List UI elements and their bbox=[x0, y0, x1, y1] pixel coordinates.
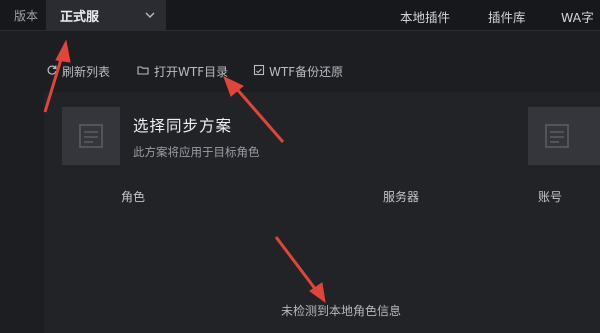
open-wtf-button[interactable]: 打开WTF目录 bbox=[154, 63, 228, 80]
target-card-icon[interactable] bbox=[528, 107, 600, 165]
plan-subtitle: 此方案将应用于目标角色 bbox=[133, 145, 260, 159]
scroll-icon bbox=[79, 124, 103, 148]
backup-icon bbox=[253, 64, 265, 76]
content-panel bbox=[44, 92, 600, 333]
empty-state-message: 未检测到本地角色信息 bbox=[281, 304, 402, 318]
chevron-down-icon bbox=[145, 12, 155, 18]
wtf-restore-button[interactable]: WTF备份还原 bbox=[269, 63, 343, 80]
plan-title: 选择同步方案 bbox=[133, 117, 233, 135]
version-select-value: 正式服 bbox=[60, 10, 100, 25]
version-select[interactable]: 正式服 bbox=[46, 0, 166, 30]
plan-card-icon[interactable] bbox=[62, 107, 120, 165]
column-header-account: 账号 bbox=[538, 190, 563, 204]
top-bar: 版本 正式服 本地插件 插件库 WA字 bbox=[0, 0, 600, 31]
column-header-server: 服务器 bbox=[383, 190, 420, 204]
version-label: 版本 bbox=[14, 9, 39, 23]
nav-wa[interactable]: WA字 bbox=[561, 7, 594, 26]
column-header-character: 角色 bbox=[121, 190, 146, 204]
folder-icon bbox=[137, 66, 149, 75]
nav-plugin-library[interactable]: 插件库 bbox=[488, 7, 526, 26]
refresh-list-button[interactable]: 刷新列表 bbox=[62, 63, 110, 80]
refresh-icon bbox=[47, 65, 57, 75]
nav-local-plugins[interactable]: 本地插件 bbox=[400, 7, 450, 26]
scroll-icon bbox=[545, 124, 569, 148]
